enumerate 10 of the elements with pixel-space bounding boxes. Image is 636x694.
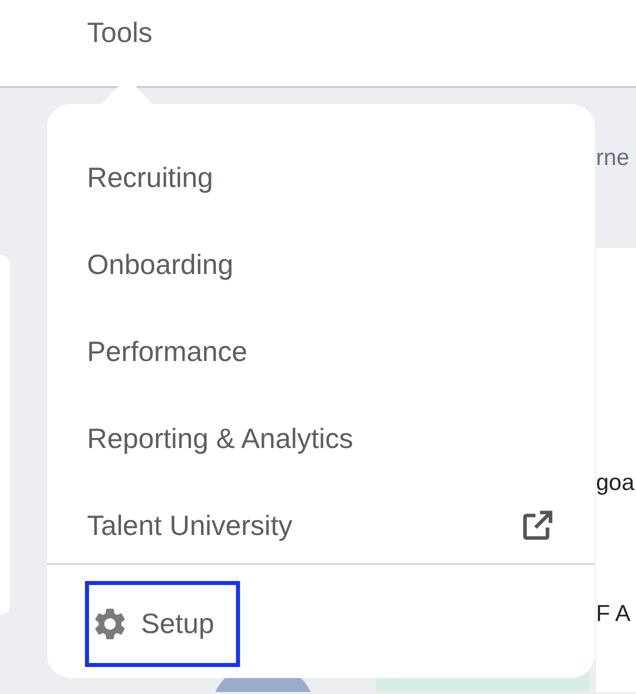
menu-item[interactable]: Talent University	[47, 482, 595, 569]
tools-tab[interactable]: Tools	[87, 17, 152, 49]
menu-item[interactable]: Performance	[47, 308, 595, 395]
text-fragment: rne	[596, 144, 630, 171]
setup-menu-item[interactable]: Setup	[85, 581, 240, 667]
menu-item[interactable]: Onboarding	[47, 221, 595, 308]
menu-item[interactable]: Reporting & Analytics	[47, 395, 595, 482]
text-fragment: goa	[596, 469, 634, 496]
menu-item[interactable]: Recruiting	[47, 134, 595, 221]
text-fragment: F A	[596, 600, 631, 627]
